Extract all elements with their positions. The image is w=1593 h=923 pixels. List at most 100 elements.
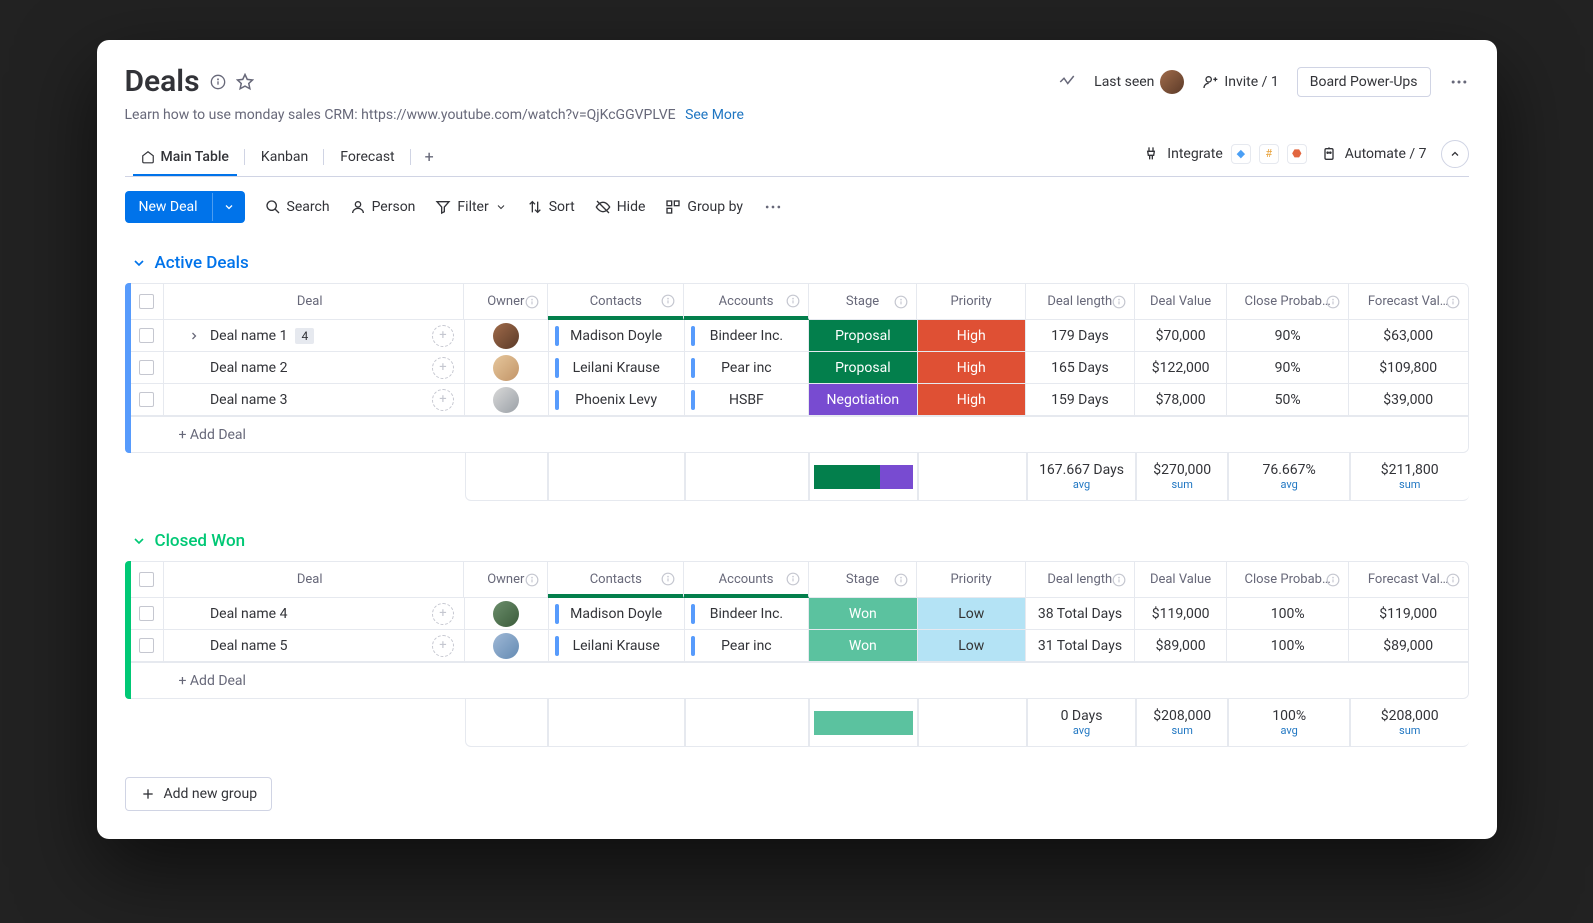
col-stage[interactable]: Stage [809,562,917,597]
add-view-button[interactable]: + [411,137,448,176]
see-more-link[interactable]: See More [685,107,744,123]
col-deal[interactable]: Deal [164,284,464,319]
row-checkbox[interactable] [139,392,154,407]
deal-name-cell[interactable]: Deal name 5+ [164,630,465,661]
add-subitem-icon[interactable]: + [432,389,454,411]
col-accounts[interactable]: Accounts [684,284,808,320]
hide-button[interactable]: Hide [595,199,646,215]
row-checkbox[interactable] [139,328,154,343]
row-checkbox[interactable] [139,606,154,621]
add-subitem-icon[interactable]: + [432,357,454,379]
tab-kanban[interactable]: Kanban [245,139,324,175]
group-header[interactable]: Active Deals [131,253,1469,273]
chevron-down-icon[interactable] [212,193,245,221]
row-checkbox[interactable] [139,360,154,375]
new-deal-button[interactable]: New Deal [125,191,245,223]
col-contacts[interactable]: Contacts [548,284,684,320]
col-owner[interactable]: Owner [464,284,548,319]
owner-cell[interactable] [465,598,549,629]
contacts-cell[interactable]: Madison Doyle [549,598,685,629]
length-cell[interactable]: 165 Days [1026,352,1135,383]
forecast-cell[interactable]: $63,000 [1349,320,1468,351]
deal-name-cell[interactable]: Deal name 3+ [164,384,465,415]
tab-forecast[interactable]: Forecast [324,139,410,175]
stage-cell[interactable]: Proposal [809,320,917,351]
person-filter-button[interactable]: Person [350,199,416,215]
group-by-button[interactable]: Group by [665,199,743,215]
col-deal[interactable]: Deal [164,562,464,597]
last-seen-link[interactable]: Last seen [1094,70,1184,94]
stage-cell[interactable]: Negotiation [809,384,917,415]
contacts-cell[interactable]: Phoenix Levy [549,384,685,415]
col-stage[interactable]: Stage [809,284,917,319]
length-cell[interactable]: 159 Days [1026,384,1135,415]
col-value[interactable]: Deal Value [1135,562,1228,597]
forecast-cell[interactable]: $39,000 [1349,384,1468,415]
add-deal-row[interactable]: + Add Deal [131,662,1468,698]
accounts-cell[interactable]: Pear inc [685,630,809,661]
prob-cell[interactable]: 100% [1227,598,1349,629]
add-deal-row[interactable]: + Add Deal [131,416,1468,452]
activity-icon[interactable] [1058,73,1076,91]
forecast-cell[interactable]: $89,000 [1349,630,1468,661]
info-icon[interactable] [210,74,226,90]
col-value[interactable]: Deal Value [1135,284,1228,319]
col-owner[interactable]: Owner [464,562,548,597]
owner-cell[interactable] [465,320,549,351]
stage-cell[interactable]: Won [809,630,917,661]
add-subitem-icon[interactable]: + [432,325,454,347]
star-icon[interactable] [236,73,254,91]
col-forecast[interactable]: Forecast Val… [1349,284,1468,319]
value-cell[interactable]: $122,000 [1135,352,1227,383]
owner-cell[interactable] [465,630,549,661]
accounts-cell[interactable]: Bindeer Inc. [685,320,809,351]
powerups-button[interactable]: Board Power-Ups [1297,67,1431,97]
value-cell[interactable]: $89,000 [1135,630,1227,661]
priority-cell[interactable]: Low [918,598,1026,629]
contacts-cell[interactable]: Leilani Krause [549,630,685,661]
deal-name-cell[interactable]: Deal name 14+ [164,320,465,351]
contacts-cell[interactable]: Leilani Krause [549,352,685,383]
contacts-cell[interactable]: Madison Doyle [549,320,685,351]
length-cell[interactable]: 179 Days [1026,320,1135,351]
forecast-cell[interactable]: $109,800 [1349,352,1468,383]
priority-cell[interactable]: Low [918,630,1026,661]
automate-button[interactable]: Automate / 7 [1321,146,1427,162]
sort-button[interactable]: Sort [527,199,575,215]
prob-cell[interactable]: 90% [1227,352,1349,383]
select-all-checkbox[interactable] [139,294,154,309]
more-icon[interactable] [1449,72,1469,92]
col-prob[interactable]: Close Probab… [1227,284,1349,319]
priority-cell[interactable]: High [918,320,1026,351]
prob-cell[interactable]: 100% [1227,630,1349,661]
col-prob[interactable]: Close Probab… [1227,562,1349,597]
expand-icon[interactable] [184,330,204,342]
length-cell[interactable]: 38 Total Days [1026,598,1135,629]
accounts-cell[interactable]: HSBF [685,384,809,415]
prob-cell[interactable]: 50% [1227,384,1349,415]
col-contacts[interactable]: Contacts [548,562,684,598]
tab-main-table[interactable]: Main Table [125,139,245,175]
deal-name-cell[interactable]: Deal name 4+ [164,598,465,629]
col-priority[interactable]: Priority [917,562,1025,597]
length-cell[interactable]: 31 Total Days [1026,630,1135,661]
add-subitem-icon[interactable]: + [432,635,454,657]
priority-cell[interactable]: High [918,352,1026,383]
select-all-checkbox[interactable] [139,572,154,587]
priority-cell[interactable]: High [918,384,1026,415]
search-button[interactable]: Search [265,199,330,215]
col-length[interactable]: Deal length [1026,562,1135,597]
owner-cell[interactable] [465,384,549,415]
col-length[interactable]: Deal length [1026,284,1135,319]
prob-cell[interactable]: 90% [1227,320,1349,351]
filter-button[interactable]: Filter [435,199,506,215]
invite-button[interactable]: Invite / 1 [1202,74,1278,90]
col-forecast[interactable]: Forecast Val… [1349,562,1468,597]
row-checkbox[interactable] [139,638,154,653]
integrate-button[interactable]: Integrate ◆ # ⬣ [1143,144,1307,164]
stage-cell[interactable]: Won [809,598,917,629]
value-cell[interactable]: $70,000 [1135,320,1227,351]
owner-cell[interactable] [465,352,549,383]
deal-name-cell[interactable]: Deal name 2+ [164,352,465,383]
accounts-cell[interactable]: Bindeer Inc. [685,598,809,629]
